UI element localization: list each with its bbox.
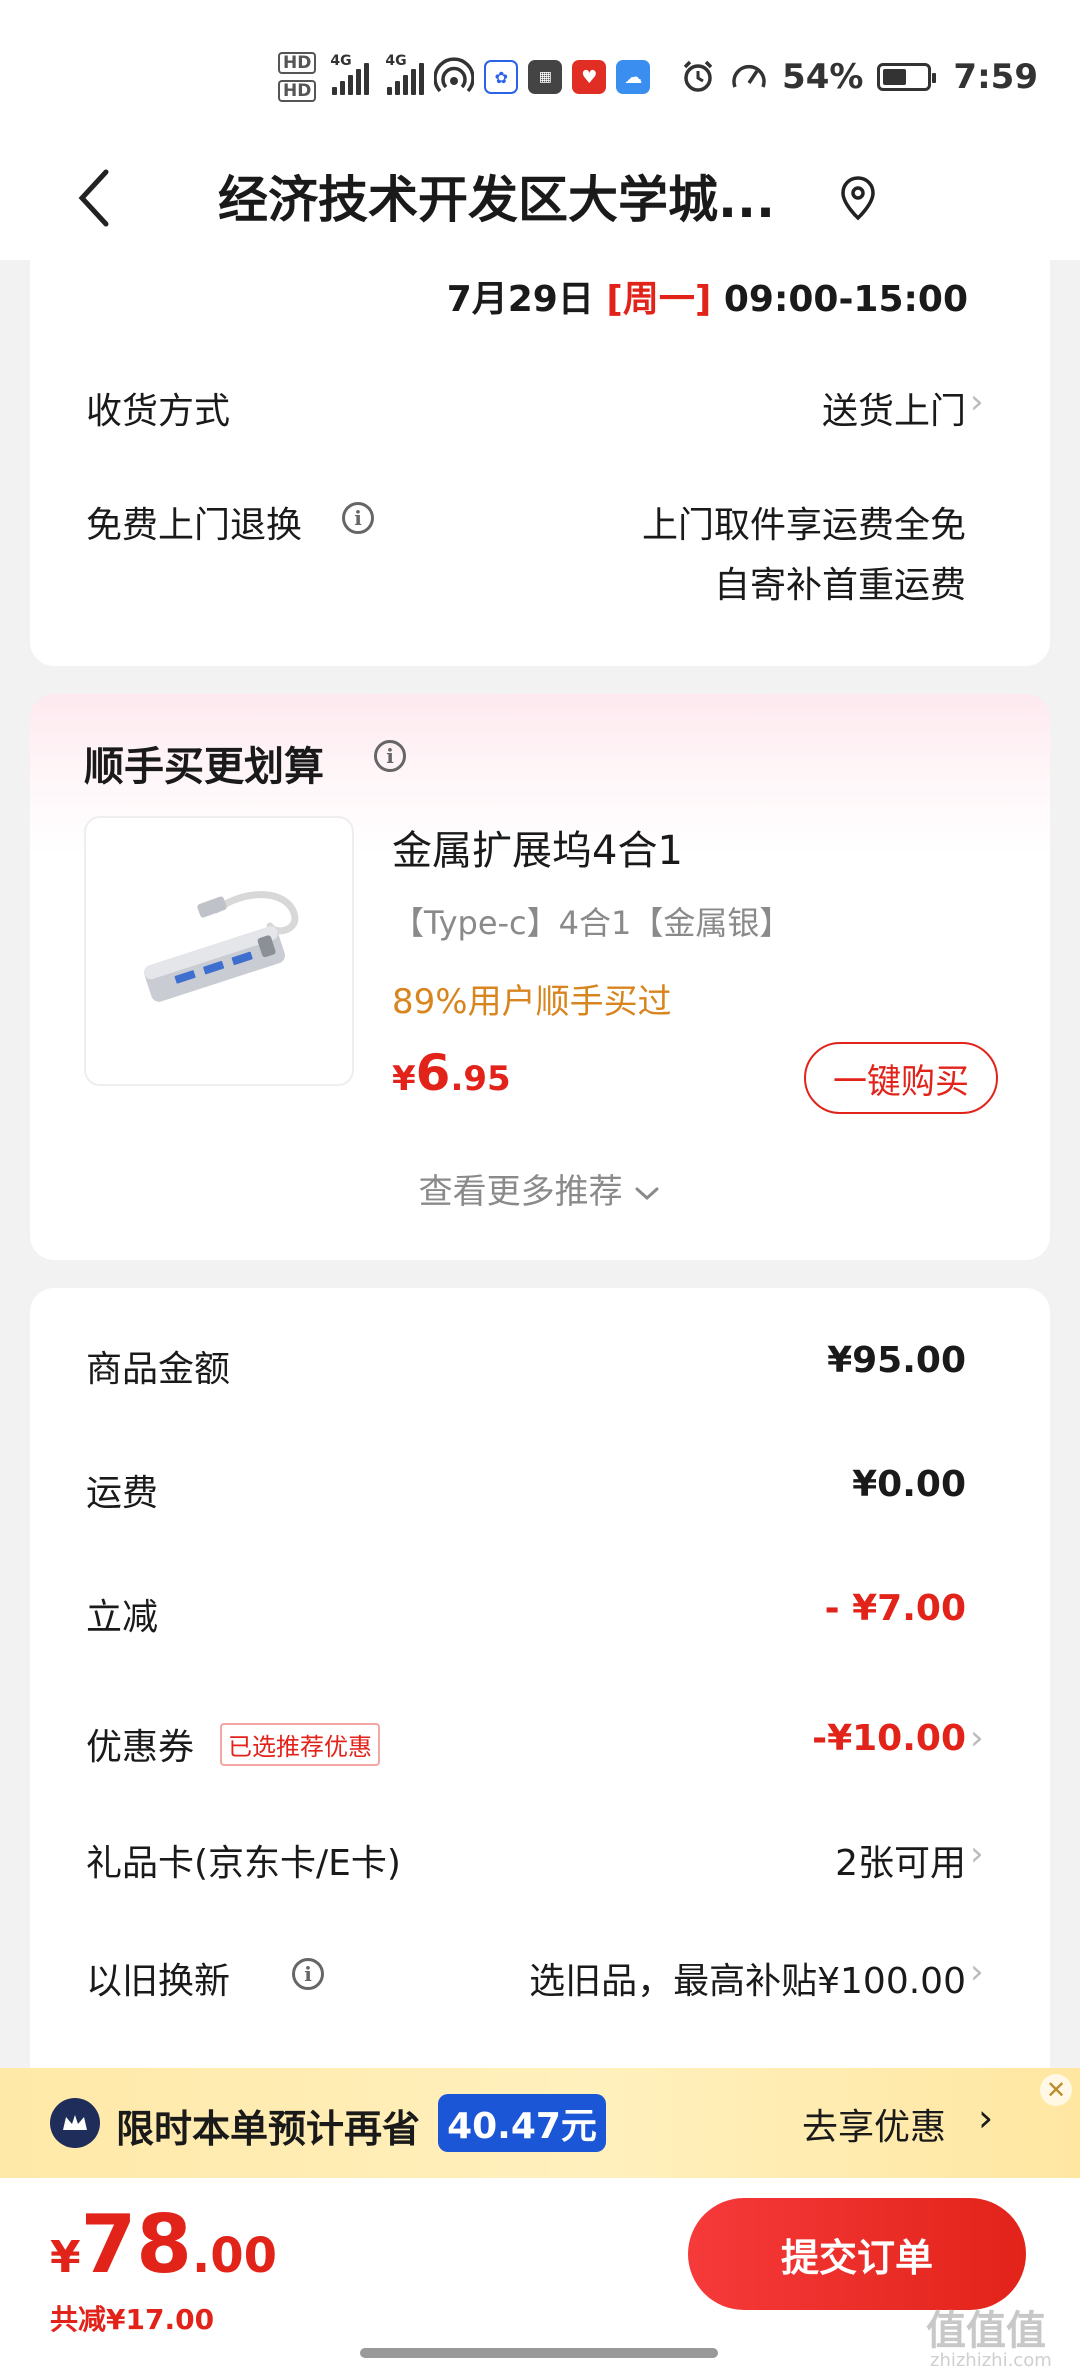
giftcard-label: 礼品卡(京东卡/E卡) bbox=[86, 1843, 401, 1884]
info-icon[interactable]: i bbox=[342, 502, 374, 534]
free-return-line2: 自寄补首重运费 bbox=[713, 565, 966, 606]
delivery-time-range: 09:00-15:00 bbox=[723, 279, 968, 320]
coupon-label: 优惠券 bbox=[86, 1727, 195, 1768]
status-bar: HD HD 4G 4G ✿ ▦ ♥ ☁ 54% 7:59 bbox=[0, 0, 1080, 140]
battery-icon bbox=[877, 63, 937, 91]
net1-label: 4G bbox=[330, 53, 352, 69]
delivery-date: 7月29日 bbox=[446, 279, 594, 320]
shipping-value: ¥0.00 bbox=[852, 1464, 966, 1505]
calendar-app-icon: ▦ bbox=[528, 60, 563, 94]
cloud-app-icon: ☁ bbox=[616, 60, 651, 94]
more-recommend-label: 查看更多推荐 bbox=[418, 1172, 623, 1212]
discount-label: 立减 bbox=[86, 1597, 159, 1638]
promo-text: 限时本单预计再省 bbox=[116, 2107, 421, 2151]
battery-percent: 54% bbox=[782, 57, 864, 97]
back-button[interactable] bbox=[54, 158, 134, 238]
chevron-right-icon[interactable]: › bbox=[970, 1718, 984, 1758]
promo-banner[interactable]: 限时本单预计再省 40.47元 去享优惠 › ✕ bbox=[0, 2068, 1080, 2178]
items-amount-value: ¥95.00 bbox=[827, 1340, 966, 1381]
price-decimal: .95 bbox=[450, 1059, 511, 1099]
coupon-recommend-tag: 已选推荐优惠 bbox=[220, 1723, 380, 1766]
total-currency: ¥ bbox=[50, 2232, 81, 2283]
location-pin-icon[interactable] bbox=[838, 174, 878, 224]
info-icon[interactable]: i bbox=[292, 1958, 324, 1990]
alarm-icon bbox=[683, 60, 713, 92]
submit-order-button[interactable]: 提交订单 bbox=[688, 2198, 1026, 2310]
price-summary-card: 商品金额 ¥95.00 运费 ¥0.00 立减 - ¥7.00 优惠券 已选推荐… bbox=[30, 1288, 1050, 2118]
delivery-method-label: 收货方式 bbox=[86, 391, 231, 432]
baidu-app-icon: ✿ bbox=[484, 60, 519, 94]
delivery-method-value[interactable]: 送货上门 bbox=[822, 382, 966, 434]
hd2-badge: HD bbox=[278, 80, 317, 102]
price-integer: 6 bbox=[415, 1044, 451, 1102]
checkout-bar: ¥78.00 共减¥17.00 提交订单 值值值 zhizhizhi.com bbox=[0, 2178, 1080, 2376]
pinduoduo-app-icon: ♥ bbox=[572, 60, 607, 94]
total-integer: 78 bbox=[80, 2198, 192, 2291]
chevron-down-icon bbox=[635, 1187, 659, 1200]
product-name[interactable]: 金属扩展坞4合1 bbox=[392, 818, 683, 876]
chevron-right-icon[interactable]: › bbox=[970, 1834, 984, 1874]
chevron-right-icon[interactable]: › bbox=[970, 1952, 984, 1992]
chevron-left-icon bbox=[78, 169, 109, 227]
recommend-card: 顺手买更划算 i 金属扩展坞4合1 【Type-c】4合1【金属银】 89%用户… bbox=[30, 694, 1050, 1260]
info-icon[interactable]: i bbox=[374, 740, 406, 772]
tradein-label: 以旧换新 bbox=[86, 1961, 231, 2002]
free-return-line1: 上门取件享运费全免 bbox=[641, 505, 966, 546]
discount-value: - ¥7.00 bbox=[824, 1588, 966, 1629]
signal-2-icon: 4G bbox=[385, 53, 425, 95]
more-recommend-link[interactable]: 查看更多推荐 bbox=[30, 1164, 1050, 1213]
delivery-weekday: [周一] bbox=[606, 279, 712, 320]
delivery-card: 7月29日 [周一] 09:00-15:00 收货方式 送货上门 › 免费上门退… bbox=[30, 240, 1050, 666]
watermark-logo: 值值值 bbox=[926, 2308, 1046, 2354]
product-spec: 【Type-c】4合1【金属银】 bbox=[392, 904, 792, 942]
product-image[interactable] bbox=[84, 816, 354, 1086]
address-title[interactable]: 经济技术开发区大学城... bbox=[218, 160, 818, 240]
usb-hub-image bbox=[143, 891, 299, 1002]
items-amount-label: 商品金额 bbox=[86, 1349, 231, 1390]
hd1-badge: HD bbox=[278, 52, 317, 74]
chevron-right-icon[interactable]: › bbox=[978, 2096, 993, 2140]
home-indicator[interactable] bbox=[360, 2348, 718, 2358]
status-bar-left: HD HD 4G 4G ✿ ▦ ♥ ☁ bbox=[278, 44, 651, 110]
one-click-buy-button[interactable]: 一键购买 bbox=[804, 1042, 998, 1114]
promo-amount-badge: 40.47元 bbox=[438, 2094, 606, 2152]
coupon-value[interactable]: -¥10.00 bbox=[812, 1718, 966, 1759]
signal-1-icon: 4G bbox=[330, 53, 370, 95]
status-bar-right: 54% 7:59 bbox=[680, 44, 1038, 110]
tradein-value[interactable]: 选旧品，最高补贴¥100.00 bbox=[529, 1952, 966, 2004]
shipping-label: 运费 bbox=[86, 1473, 159, 1514]
price-currency: ¥ bbox=[392, 1059, 416, 1099]
total-decimal: .00 bbox=[191, 2228, 277, 2284]
net2-label: 4G bbox=[385, 53, 407, 69]
delivery-time[interactable]: 7月29日 [周一] 09:00-15:00 bbox=[447, 270, 968, 322]
product-stat: 89%用户顺手买过 bbox=[392, 982, 672, 1022]
free-return-label: 免费上门退换 bbox=[86, 505, 303, 546]
clock: 7:59 bbox=[953, 57, 1038, 97]
chevron-right-icon[interactable]: › bbox=[970, 382, 984, 422]
watermark-url: zhizhizhi.com bbox=[930, 2350, 1052, 2371]
close-icon[interactable]: ✕ bbox=[1040, 2074, 1072, 2106]
promo-action-link[interactable]: 去享优惠 bbox=[802, 2098, 946, 2150]
giftcard-value[interactable]: 2张可用 bbox=[835, 1834, 966, 1886]
recommend-title: 顺手买更划算 bbox=[84, 744, 324, 790]
total-price: ¥78.00 bbox=[50, 2198, 277, 2291]
total-saving: 共减¥17.00 bbox=[50, 2303, 215, 2336]
product-price: ¥6.95 bbox=[392, 1044, 511, 1102]
hd-indicators: HD HD bbox=[278, 52, 317, 102]
hotspot-icon bbox=[434, 57, 475, 93]
speed-icon bbox=[732, 64, 766, 88]
crown-logo-icon bbox=[50, 2098, 100, 2148]
